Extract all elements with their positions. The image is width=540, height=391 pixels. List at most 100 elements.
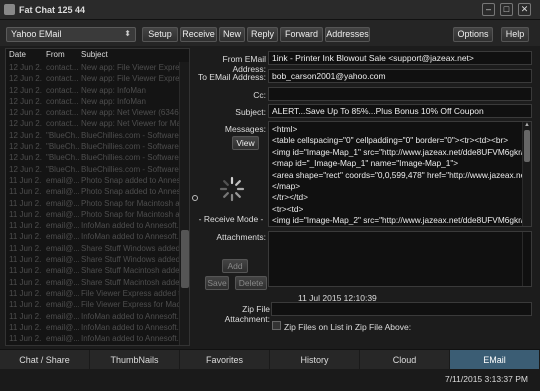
receive-button[interactable]: Receive bbox=[180, 27, 217, 42]
tab-cloud[interactable]: Cloud bbox=[360, 350, 450, 370]
to-field[interactable]: bob_carson2001@yahoo.com bbox=[268, 69, 532, 83]
list-item-from: email@... bbox=[46, 322, 79, 332]
list-item[interactable]: 12 Jun 2... contact...New app: Net Viewer… bbox=[6, 118, 179, 129]
column-header-date[interactable]: Date bbox=[9, 49, 26, 61]
list-item[interactable]: 11 Jun 2... email@...Share Stuff Macintos… bbox=[6, 277, 179, 288]
list-item[interactable]: 11 Jun 2... email@...Share Stuff Macintos… bbox=[6, 265, 179, 276]
list-item[interactable]: 11 Jun 2... email@...File Viewer Express … bbox=[6, 288, 179, 299]
minimize-icon[interactable]: – bbox=[482, 3, 495, 16]
list-item[interactable]: 11 Jun 2... email@...InfoMan added to Ann… bbox=[6, 220, 179, 231]
list-item-date: 12 Jun 2... bbox=[9, 63, 42, 72]
from-field[interactable]: 1ink - Printer Ink Blowout Sale <support… bbox=[268, 51, 532, 65]
list-item-date: 11 Jun 2... bbox=[9, 232, 42, 242]
tab-thumbnails[interactable]: ThumbNails bbox=[90, 350, 180, 370]
view-button[interactable]: View bbox=[232, 136, 259, 150]
tab-chat-share[interactable]: Chat / Share bbox=[0, 350, 90, 370]
list-item[interactable]: 12 Jun 2... contact...New app: Net Viewer… bbox=[6, 107, 179, 118]
zip-files-checkbox[interactable] bbox=[272, 321, 281, 330]
close-icon[interactable]: ✕ bbox=[518, 3, 531, 16]
zip-file-field[interactable] bbox=[271, 302, 532, 316]
list-item-subject: New app: Net Viewer for Macin bbox=[81, 119, 179, 129]
list-item-date: 11 Jun 2... bbox=[9, 300, 42, 310]
list-item[interactable]: 12 Jun 2... contact...New app: File Viewe… bbox=[6, 62, 179, 73]
list-item[interactable]: 12 Jun 2... "BlueCh...BlueChillies.com - … bbox=[6, 164, 179, 175]
list-item-subject: BlueChillies.com - Software s bbox=[81, 142, 179, 152]
list-item-subject: BlueChillies.com - Software s bbox=[81, 164, 179, 174]
list-item-date: 11 Jun 2... bbox=[9, 288, 42, 298]
list-item[interactable]: 12 Jun 2... "BlueCh...BlueChillies.com - … bbox=[6, 152, 179, 163]
account-select[interactable]: Yahoo EMail ⬍ bbox=[6, 27, 136, 42]
forward-button[interactable]: Forward bbox=[280, 27, 323, 42]
attachments-scrollbar[interactable] bbox=[522, 232, 531, 286]
list-item[interactable]: 11 Jun 2... email@...Photo Snap for Macin… bbox=[6, 209, 179, 220]
add-attachment-button[interactable]: Add bbox=[222, 259, 248, 273]
list-item-date: 11 Jun 2... bbox=[9, 277, 42, 287]
list-item[interactable]: 11 Jun 2... email@...InfoMan added to Ann… bbox=[6, 333, 179, 344]
message-line: <tr><td> bbox=[272, 203, 304, 214]
list-item-date: 11 Jun 2... bbox=[9, 334, 42, 344]
list-item[interactable]: 12 Jun 2... "BlueCh...BlueChillies.com - … bbox=[6, 141, 179, 152]
list-item[interactable]: 11 Jun 2... email@...Photo Snap added to … bbox=[6, 175, 179, 186]
list-item-from: "BlueCh... bbox=[46, 153, 79, 163]
list-item[interactable]: 11 Jun 2... email@...File Viewer Express … bbox=[6, 299, 179, 310]
list-item-date: 11 Jun 2... bbox=[9, 221, 42, 231]
cc-field[interactable] bbox=[268, 87, 532, 101]
message-line: <img id="Image-Map_1" src="http://www.ja… bbox=[272, 146, 530, 157]
column-header-from[interactable]: From bbox=[46, 49, 65, 61]
list-item[interactable]: 12 Jun 2... contact...New app: File Viewe… bbox=[6, 73, 179, 84]
list-item-subject: New app: File Viewer Express bbox=[81, 74, 179, 84]
maximize-icon[interactable]: □ bbox=[500, 3, 513, 16]
subject-field[interactable]: ALERT...Save Up To 85%...Plus Bonus 10% … bbox=[268, 104, 532, 118]
list-item-date: 12 Jun 2... bbox=[9, 153, 42, 163]
list-item-from: contact... bbox=[46, 119, 79, 129]
scrollbar-thumb[interactable] bbox=[181, 230, 189, 288]
list-item-subject: Share Stuff Macintosh added bbox=[81, 277, 179, 287]
message-line: </tr></td> bbox=[272, 192, 308, 203]
message-scrollbar-thumb[interactable] bbox=[524, 130, 530, 162]
list-item[interactable]: 11 Jun 2... email@...Share Stuff Windows … bbox=[6, 243, 179, 254]
list-item[interactable]: 11 Jun 2... email@...Share Stuff Windows … bbox=[6, 254, 179, 265]
message-line: <html> bbox=[272, 124, 298, 134]
options-button[interactable]: Options bbox=[453, 27, 493, 42]
list-item[interactable]: 12 Jun 2... contact...New app: InfoMan bbox=[6, 96, 179, 107]
list-item-subject: Photo Snap for Macintosh ad bbox=[81, 209, 179, 219]
message-scrollbar[interactable]: ▲ bbox=[522, 122, 531, 226]
list-item[interactable]: 11 Jun 2... email@...InfoMan added to Ann… bbox=[6, 322, 179, 333]
title-bar: Fat Chat 125 44 – □ ✕ bbox=[0, 0, 540, 20]
list-item[interactable]: 12 Jun 2... contact...New app: InfoMan bbox=[6, 85, 179, 96]
list-item[interactable]: 12 Jun 2... "BlueCh...BlueChillies.com - … bbox=[6, 130, 179, 141]
list-item-from: email@... bbox=[46, 243, 79, 253]
column-header-subject[interactable]: Subject bbox=[81, 49, 108, 61]
list-item-from: contact... bbox=[46, 63, 79, 72]
tab-email[interactable]: EMail bbox=[450, 350, 540, 370]
addresses-button[interactable]: Addresses bbox=[325, 27, 370, 42]
list-item-date: 12 Jun 2... bbox=[9, 130, 42, 140]
list-item[interactable]: 11 Jun 2... email@...InfoMan added to Ann… bbox=[6, 231, 179, 242]
message-body[interactable]: <html> <table cellspacing="0" cellpadding… bbox=[268, 121, 532, 227]
message-list-pane: Date From Subject 12 Jun 2...contact...N… bbox=[5, 48, 190, 346]
message-list: 12 Jun 2...contact...New app: File Viewe… bbox=[6, 62, 179, 345]
list-item-from: email@... bbox=[46, 198, 79, 208]
message-list-scrollbar[interactable] bbox=[179, 62, 189, 345]
setup-button[interactable]: Setup bbox=[142, 27, 178, 42]
tab-history[interactable]: History bbox=[270, 350, 360, 370]
list-item-from: email@... bbox=[46, 209, 79, 219]
list-item-subject: Share Stuff Macintosh added bbox=[81, 266, 179, 276]
splitter-handle[interactable] bbox=[192, 195, 198, 201]
list-item-date: 11 Jun 2... bbox=[9, 187, 42, 197]
attachments-list[interactable] bbox=[268, 231, 532, 287]
reply-button[interactable]: Reply bbox=[247, 27, 278, 42]
scroll-up-icon[interactable]: ▲ bbox=[524, 122, 530, 128]
list-item-subject: BlueChillies.com - Software s bbox=[81, 130, 179, 140]
tab-favorites[interactable]: Favorites bbox=[180, 350, 270, 370]
list-item[interactable]: 11 Jun 2... email@...InfoMan added to Ann… bbox=[6, 311, 179, 322]
new-button[interactable]: New bbox=[219, 27, 245, 42]
list-item-subject: File Viewer Express added to bbox=[81, 288, 179, 298]
save-button[interactable]: Save bbox=[205, 276, 229, 290]
help-button[interactable]: Help bbox=[501, 27, 529, 42]
list-item-date: 11 Jun 2... bbox=[9, 255, 42, 265]
list-item[interactable]: 11 Jun 2... email@...Photo Snap added to … bbox=[6, 186, 179, 197]
list-item-date: 12 Jun 2... bbox=[9, 74, 42, 84]
delete-button[interactable]: Delete bbox=[235, 276, 267, 290]
list-item[interactable]: 11 Jun 2... email@...Photo Snap for Macin… bbox=[6, 198, 179, 209]
